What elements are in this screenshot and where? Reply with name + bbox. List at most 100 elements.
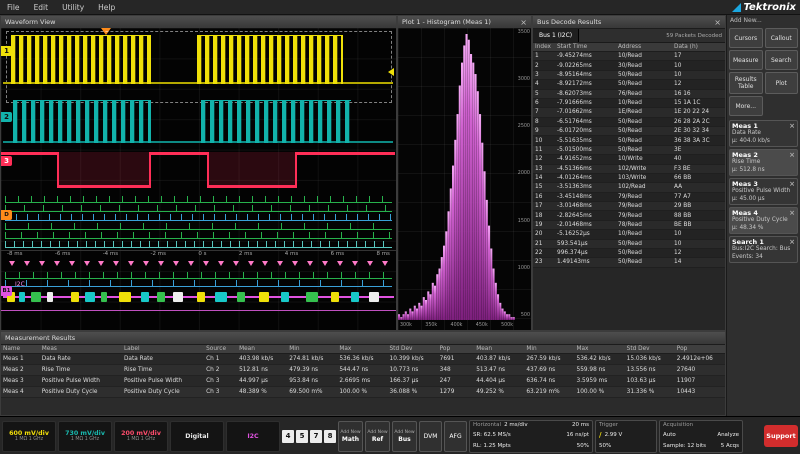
decode-row[interactable]: 14-4.01264ms103/Write66 BB — [533, 173, 725, 182]
decode-row[interactable]: 9-6.01720ms50/Read2E 30 32 34 — [533, 127, 725, 136]
decode-row[interactable]: 22996.374µs50/Read12 — [533, 248, 725, 257]
cell: 2 — [533, 61, 555, 70]
decode-row[interactable]: 13-4.51366ms102/WriteF3 BE — [533, 164, 725, 173]
horizontal-settings[interactable]: Horizontal 2 ms/div 20 ms SR: 62.5 MS/s … — [469, 420, 593, 453]
decode-row[interactable]: 3-8.95164ms50/Read10 — [533, 70, 725, 79]
digital-group-tag[interactable]: D — [1, 210, 12, 220]
menu-item-utility[interactable]: Utility — [55, 3, 91, 12]
result-row[interactable]: Meas 4Positive Duty CyclePositive Duty C… — [1, 387, 725, 398]
column-header: Std Dev — [388, 345, 438, 354]
channel-1-tag[interactable]: 1 — [1, 46, 12, 56]
search-mark-icon — [337, 261, 343, 266]
tick-label: 3500 — [518, 30, 530, 35]
cell: -7.01662ms — [555, 108, 616, 117]
cell: -9.02265ms — [555, 61, 616, 70]
decode-row[interactable]: 12-4.91652ms10/Write40 — [533, 155, 725, 164]
decode-row[interactable]: 18-2.82645ms79/Read88 BB — [533, 211, 725, 220]
bus-packet-segment — [369, 292, 379, 302]
digital-channel-trace — [5, 232, 392, 239]
close-icon[interactable]: × — [789, 238, 795, 246]
horizontal-position: 50% — [577, 443, 589, 450]
channel-3-tag[interactable]: 3 — [1, 156, 12, 166]
cell: 403.98 kb/s — [237, 354, 287, 365]
table-header-row: IndexStart TimeAddressData (h) — [533, 43, 725, 52]
add-new-ref-button[interactable]: Add NewRef — [365, 421, 390, 452]
acquisition-settings[interactable]: Acquisition Auto Analyze Sample: 12 bits… — [659, 420, 743, 453]
decode-row[interactable]: 20-5.16252µs10/Read10 — [533, 230, 725, 239]
decode-row[interactable]: 4-8.92172ms50/Read12 — [533, 80, 725, 89]
cell: 69.500 m% — [287, 387, 337, 398]
ch3-waveform — [297, 152, 395, 155]
decode-row[interactable]: 6-7.91666ms10/Read15 1A 1C — [533, 98, 725, 107]
channel-badge-730-mv-div[interactable]: 730 mV/div1 MΩ 1 GHz — [58, 421, 112, 452]
decode-row[interactable]: 1-9.45274ms10/Read17 — [533, 52, 725, 61]
histogram-plot[interactable]: 350030002500200015001000500 300k350k400k… — [398, 28, 531, 330]
close-icon[interactable]: × — [789, 122, 795, 130]
decode-row[interactable]: 8-6.51764ms50/Read26 28 2A 2C — [533, 117, 725, 126]
sidebar-button-results-table[interactable]: Results Table — [729, 72, 763, 94]
cell: 27640 — [675, 365, 725, 376]
dvm-button[interactable]: DVM — [419, 421, 442, 452]
sidebar-button-search[interactable]: Search — [765, 50, 799, 70]
decode-row[interactable]: 10-5.51635ms50/Read36 38 3A 3C — [533, 136, 725, 145]
channel-badge-200-mv-div[interactable]: 200 mV/div1 MΩ 1 GHz — [114, 421, 168, 452]
decode-row[interactable]: 231.49143ms50/Read14 — [533, 258, 725, 267]
sidebar-button-measure[interactable]: Measure — [729, 50, 763, 70]
decode-row[interactable]: 16-3.45148ms79/Read77 A7 — [533, 192, 725, 201]
rising-edge-icon: / — [599, 431, 602, 440]
sidebar-button-callout[interactable]: Callout — [765, 28, 799, 48]
digital-channel-button-4[interactable]: 4 — [282, 430, 294, 443]
bus-1-tag[interactable]: B1 — [1, 286, 12, 296]
badge-meas-4[interactable]: Meas 4×Positive Duty Cycleµ: 48.34 % — [729, 207, 798, 234]
add-new-math-button[interactable]: Add NewMath — [338, 421, 363, 452]
add-new-button[interactable]: Add New... — [727, 15, 800, 26]
channel-badge-digital[interactable]: Digital — [170, 421, 224, 452]
channel-badge-i2c[interactable]: I2C — [226, 421, 280, 452]
trigger-settings[interactable]: Trigger / 2.99 V 50% — [595, 420, 657, 453]
badge-meas-2[interactable]: Meas 2×Rise Timeµ: 512.8 ns — [729, 149, 798, 176]
badge-meas-1[interactable]: Meas 1×Data Rateµ: 404.0 kb/s — [729, 120, 798, 147]
digital-channel-button-5[interactable]: 5 — [296, 430, 308, 443]
badge-meas-3[interactable]: Meas 3×Positive Pulse Widthµ: 45.00 µs — [729, 178, 798, 205]
close-icon[interactable]: × — [789, 180, 795, 188]
sidebar-button-cursors[interactable]: Cursors — [729, 28, 763, 48]
decode-row[interactable]: 7-7.01662ms1E/Read1E 20 22 24 — [533, 108, 725, 117]
close-icon[interactable]: × — [789, 151, 795, 159]
add-new-target: Math — [342, 436, 359, 443]
menu-item-edit[interactable]: Edit — [27, 3, 56, 12]
menu-item-file[interactable]: File — [0, 3, 27, 12]
add-new-bus-button[interactable]: Add NewBus — [392, 421, 417, 452]
search-mark-icon — [307, 261, 313, 266]
result-row[interactable]: Meas 2Rise TimeRise TimeCh 2512.81 ns479… — [1, 365, 725, 376]
search-mark-icon — [367, 261, 373, 266]
waveform-plot[interactable]: -8 ms-6 ms-4 ms-2 ms0 s2 ms4 ms6 ms8 ms … — [1, 28, 396, 330]
tick-label: -2 ms — [151, 251, 166, 259]
add-new-text: Add New — [394, 430, 414, 435]
channel-badge-600-mv-div[interactable]: 600 mV/div1 MΩ 1 GHz — [2, 421, 56, 452]
decode-row[interactable]: 19-2.01468ms78/ReadBE BB — [533, 220, 725, 229]
afg-button[interactable]: AFG — [444, 421, 467, 452]
menu-item-help[interactable]: Help — [91, 3, 122, 12]
result-row[interactable]: Meas 1Data RateData RateCh 1403.98 kb/s2… — [1, 354, 725, 365]
cell: 88 BB — [672, 211, 725, 220]
result-row[interactable]: Meas 3Positive Pulse WidthPositive Pulse… — [1, 376, 725, 387]
close-icon[interactable]: × — [710, 18, 721, 27]
sidebar-button-more[interactable]: More... — [729, 96, 763, 116]
close-icon[interactable]: × — [516, 18, 527, 27]
cell: Positive Pulse Width — [40, 376, 122, 387]
badge-search-1[interactable]: Search 1×Bus:I2C Search: BusEvents: 34 — [729, 236, 798, 263]
decode-row[interactable]: 15-3.51363ms102/ReadAA — [533, 183, 725, 192]
channel-2-tag[interactable]: 2 — [1, 112, 12, 122]
decode-row[interactable]: 2-9.02265ms30/Read10 — [533, 61, 725, 70]
digital-channel-button-7[interactable]: 7 — [310, 430, 322, 443]
decode-row[interactable]: 17-3.01468ms79/Read29 BB — [533, 202, 725, 211]
decode-row[interactable]: 11-5.01500ms50/Read3E — [533, 145, 725, 154]
decode-row[interactable]: 5-8.62073ms76/Read16 16 — [533, 89, 725, 98]
bus-tab[interactable]: Bus 1 (I2C) — [533, 29, 579, 42]
support-button[interactable]: Support — [764, 425, 798, 447]
digital-channel-button-8[interactable]: 8 — [324, 430, 336, 443]
close-icon[interactable]: × — [789, 209, 795, 217]
cell: 14 — [533, 173, 555, 182]
sidebar-button-plot[interactable]: Plot — [765, 72, 799, 94]
decode-row[interactable]: 21593.541µs50/Read10 — [533, 239, 725, 248]
